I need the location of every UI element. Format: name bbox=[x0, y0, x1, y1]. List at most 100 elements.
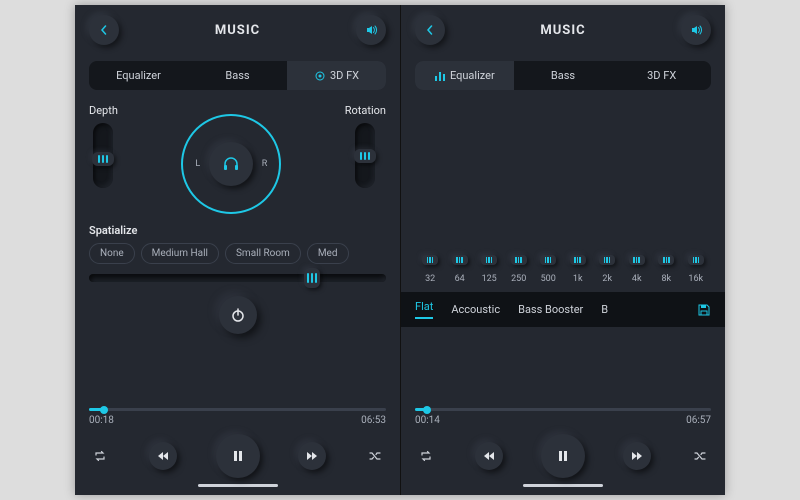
band-label: 8k bbox=[661, 274, 671, 284]
shuffle-icon bbox=[693, 449, 707, 463]
depth-slider[interactable] bbox=[93, 123, 113, 188]
band-label: 125 bbox=[482, 274, 497, 284]
volume-icon bbox=[365, 24, 377, 36]
eq-band-2k[interactable]: 2k bbox=[594, 260, 620, 284]
eq-band-500[interactable]: 500 bbox=[535, 260, 561, 284]
shuffle-button[interactable] bbox=[689, 445, 711, 467]
chip-small-room[interactable]: Small Room bbox=[225, 243, 301, 264]
fx-icon bbox=[314, 70, 326, 82]
preset-flat[interactable]: Flat bbox=[415, 300, 433, 319]
phone-equalizer: MUSIC Equalizer Bass 3D FX 3264 125 250 500… bbox=[400, 5, 725, 495]
tabs: Equalizer Bass 3D FX bbox=[415, 61, 711, 90]
band-label: 2k bbox=[602, 274, 612, 284]
back-button[interactable] bbox=[415, 15, 445, 45]
preset-bass-booster[interactable]: Bass Booster bbox=[518, 303, 583, 316]
elapsed-time: 00:14 bbox=[415, 415, 440, 426]
pause-icon bbox=[556, 449, 570, 463]
repeat-button[interactable] bbox=[89, 445, 111, 467]
equalizer-area: 32641252505001k2k4k8k16k Flat Accoustic … bbox=[415, 104, 711, 408]
eq-band-8k[interactable]: 8k bbox=[653, 260, 679, 284]
spatialize-slider[interactable] bbox=[89, 274, 386, 282]
depth-label: Depth bbox=[89, 104, 118, 117]
preset-more[interactable]: B bbox=[601, 303, 608, 316]
dial-right-label: R bbox=[262, 159, 268, 169]
pan-dial[interactable]: L R bbox=[181, 114, 281, 214]
band-label: 500 bbox=[541, 274, 556, 284]
equalizer-icon bbox=[434, 70, 446, 82]
forward-button[interactable] bbox=[623, 442, 651, 470]
eq-band-64[interactable]: 64 bbox=[447, 260, 473, 284]
rotation-slider[interactable] bbox=[355, 123, 375, 188]
pause-icon bbox=[231, 449, 245, 463]
tabs: Equalizer Bass 3D FX bbox=[89, 61, 386, 90]
spatialize-label: Spatialize bbox=[89, 224, 386, 237]
total-time: 06:53 bbox=[361, 415, 386, 426]
spatialize-options: None Medium Hall Small Room Med bbox=[89, 243, 386, 264]
header: MUSIC bbox=[89, 15, 386, 45]
home-indicator bbox=[198, 484, 278, 487]
play-pause-button[interactable] bbox=[216, 434, 260, 478]
shuffle-icon bbox=[368, 449, 382, 463]
tab-equalizer[interactable]: Equalizer bbox=[89, 61, 188, 90]
rotation-label: Rotation bbox=[345, 104, 386, 117]
tab-bass[interactable]: Bass bbox=[514, 61, 613, 90]
chip-medium-hall[interactable]: Medium Hall bbox=[141, 243, 219, 264]
rewind-icon bbox=[483, 450, 495, 462]
eq-band-250[interactable]: 250 bbox=[506, 260, 532, 284]
chevron-left-icon bbox=[99, 25, 109, 35]
progress-bar[interactable] bbox=[415, 408, 711, 411]
eq-band-125[interactable]: 125 bbox=[476, 260, 502, 284]
rewind-button[interactable] bbox=[475, 442, 503, 470]
power-button[interactable] bbox=[219, 296, 257, 334]
rotation-control: Rotation bbox=[345, 104, 386, 188]
band-label: 16k bbox=[688, 274, 703, 284]
repeat-button[interactable] bbox=[415, 445, 437, 467]
volume-button[interactable] bbox=[681, 15, 711, 45]
player: 00:14 06:57 bbox=[415, 408, 711, 487]
elapsed-time: 00:18 bbox=[89, 415, 114, 426]
progress-bar[interactable] bbox=[89, 408, 386, 411]
rewind-button[interactable] bbox=[149, 442, 177, 470]
page-title: MUSIC bbox=[215, 23, 260, 38]
depth-control: Depth bbox=[89, 104, 118, 188]
tab-equalizer[interactable]: Equalizer bbox=[415, 61, 514, 90]
eq-band-32[interactable]: 32 bbox=[417, 260, 443, 284]
band-label: 1k bbox=[573, 274, 583, 284]
tab-3dfx[interactable]: 3D FX bbox=[287, 61, 386, 90]
home-indicator bbox=[523, 484, 603, 487]
play-pause-button[interactable] bbox=[541, 434, 585, 478]
forward-button[interactable] bbox=[298, 442, 326, 470]
preset-bar: Flat Accoustic Bass Booster B bbox=[401, 292, 725, 327]
eq-band-1k[interactable]: 1k bbox=[565, 260, 591, 284]
save-preset-button[interactable] bbox=[697, 303, 711, 317]
dial-knob[interactable] bbox=[209, 142, 253, 186]
page-title: MUSIC bbox=[540, 23, 585, 38]
repeat-icon bbox=[93, 449, 107, 463]
total-time: 06:57 bbox=[686, 415, 711, 426]
spatialize-section: Spatialize None Medium Hall Small Room M… bbox=[89, 224, 386, 282]
band-label: 4k bbox=[632, 274, 642, 284]
eq-bands: 3264 125 250 500 1k 2k 4k 8k 16k bbox=[415, 104, 711, 284]
eq-band-4k[interactable]: 4k bbox=[624, 260, 650, 284]
chip-none[interactable]: None bbox=[89, 243, 135, 264]
tab-3dfx[interactable]: 3D FX bbox=[612, 61, 711, 90]
forward-icon bbox=[631, 450, 643, 462]
power-icon bbox=[230, 307, 246, 323]
volume-button[interactable] bbox=[356, 15, 386, 45]
header: MUSIC bbox=[415, 15, 711, 45]
volume-icon bbox=[690, 24, 702, 36]
chevron-left-icon bbox=[425, 25, 435, 35]
save-icon bbox=[697, 303, 711, 317]
rewind-icon bbox=[157, 450, 169, 462]
shuffle-button[interactable] bbox=[364, 445, 386, 467]
tab-bass[interactable]: Bass bbox=[188, 61, 287, 90]
eq-band-16k[interactable]: 16k bbox=[683, 260, 709, 284]
back-button[interactable] bbox=[89, 15, 119, 45]
repeat-icon bbox=[419, 449, 433, 463]
phone-3dfx: MUSIC Equalizer Bass 3D FX Depth L R bbox=[75, 5, 400, 495]
chip-more[interactable]: Med bbox=[307, 243, 349, 264]
dial-left-label: L bbox=[195, 159, 200, 169]
headphones-icon bbox=[221, 154, 241, 174]
preset-accoustic[interactable]: Accoustic bbox=[451, 303, 500, 316]
fx-controls: Depth L R Rotation bbox=[89, 104, 386, 214]
